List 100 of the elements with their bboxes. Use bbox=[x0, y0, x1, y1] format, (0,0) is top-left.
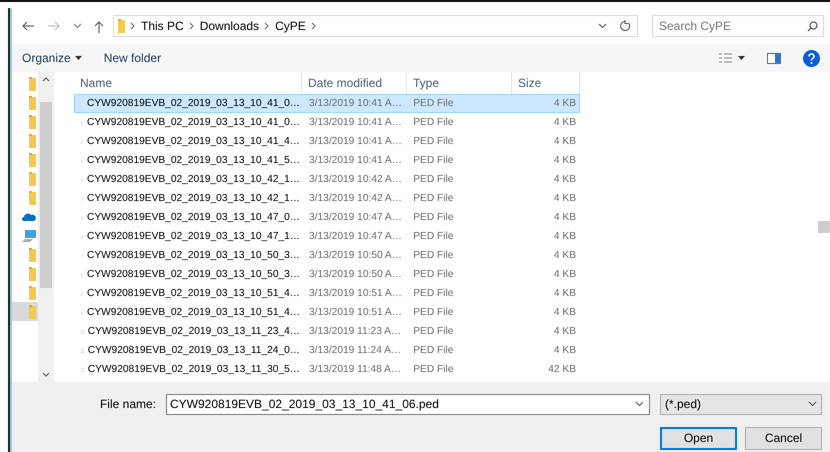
organize-menu[interactable]: Organize bbox=[22, 51, 82, 65]
file-size: 4 KB bbox=[554, 250, 576, 261]
address-bar[interactable]: This PC Downloads CyPE bbox=[113, 15, 638, 37]
date-modified: 3/13/2019 10:41 A… bbox=[309, 98, 402, 109]
chevron-right-icon bbox=[263, 22, 272, 30]
date-modified: 3/13/2019 10:51 A… bbox=[309, 307, 402, 318]
caret-icon bbox=[74, 56, 82, 60]
open-button[interactable]: Open bbox=[660, 426, 737, 450]
file-row[interactable]: CYW920819EVB_02_2019_03_13_10_41_0… 3/13/2019 10:41 A… PED File 4 KB bbox=[74, 94, 580, 113]
file-row[interactable]: CYW920819EVB_02_2019_03_13_10_50_3… 3/13/2019 10:50 A… PED File 4 KB bbox=[74, 246, 580, 265]
folder-icon bbox=[29, 248, 36, 262]
help-icon[interactable] bbox=[803, 50, 820, 66]
file-type-dropdown[interactable]: (*.ped) bbox=[660, 394, 822, 414]
file-name: CYW920819EVB_02_2019_03_13_10_50_3… bbox=[87, 269, 300, 280]
folder-icon bbox=[29, 304, 36, 318]
file-row[interactable]: CYW920819EVB_02_2019_03_13_10_51_4… 3/13/2019 10:51 A… PED File 4 KB bbox=[74, 284, 580, 303]
chevron-down-icon bbox=[73, 23, 82, 29]
file-size: 4 KB bbox=[554, 155, 576, 166]
file-type: PED File bbox=[413, 269, 454, 280]
date-modified: 3/13/2019 10:41 A… bbox=[309, 155, 402, 166]
file-row[interactable]: CYW920819EVB_02_2019_03_13_11_24_0… 3/13/2019 11:24 A… PED File 4 KB bbox=[74, 341, 580, 360]
up-arrow-icon bbox=[94, 20, 104, 32]
date-modified: 3/13/2019 10:42 A… bbox=[309, 193, 402, 204]
file-name: CYW920819EVB_02_2019_03_13_10_42_1… bbox=[87, 193, 300, 204]
file-type: PED File bbox=[413, 98, 454, 109]
breadcrumb[interactable]: This PC bbox=[141, 19, 184, 33]
file-row[interactable]: CYW920819EVB_02_2019_03_13_10_42_1… 3/13/2019 10:42 A… PED File 4 KB bbox=[74, 170, 580, 189]
search-field[interactable]: Search CyPE bbox=[652, 15, 824, 37]
file-size: 4 KB bbox=[554, 136, 576, 147]
file-type: PED File bbox=[413, 174, 454, 185]
date-modified: 3/13/2019 10:51 A… bbox=[309, 288, 402, 299]
date-modified: 3/13/2019 11:23 A… bbox=[309, 326, 402, 337]
file-row[interactable]: CYW920819EVB_02_2019_03_13_10_41_0… 3/13/2019 10:41 A… PED File 4 KB bbox=[74, 113, 580, 132]
folder-icon bbox=[29, 266, 36, 280]
file-type: PED File bbox=[413, 155, 454, 166]
date-modified: 3/13/2019 10:50 A… bbox=[309, 250, 402, 261]
file-name: CYW920819EVB_02_2019_03_13_10_41_0… bbox=[87, 117, 300, 128]
file-type: PED File bbox=[413, 288, 454, 299]
date-modified: 3/13/2019 10:47 A… bbox=[309, 212, 402, 223]
file-name: CYW920819EVB_02_2019_03_13_10_42_1… bbox=[87, 174, 300, 185]
date-modified: 3/13/2019 10:42 A… bbox=[309, 174, 402, 185]
file-size: 4 KB bbox=[554, 98, 576, 109]
date-modified: 3/13/2019 11:24 A… bbox=[309, 345, 402, 356]
chevron-right-icon bbox=[129, 22, 137, 30]
file-size: 42 KB bbox=[548, 364, 576, 375]
file-size: 4 KB bbox=[554, 307, 576, 318]
file-name-label: File name: bbox=[100, 397, 156, 411]
file-size: 4 KB bbox=[554, 174, 576, 185]
file-row[interactable]: CYW920819EVB_02_2019_03_13_11_23_4… 3/13/2019 11:23 A… PED File 4 KB bbox=[74, 322, 580, 341]
file-row[interactable]: CYW920819EVB_02_2019_03_13_10_47_0… 3/13/2019 10:47 A… PED File 4 KB bbox=[74, 208, 580, 227]
file-size: 4 KB bbox=[554, 212, 576, 223]
scrollbar[interactable] bbox=[38, 72, 54, 382]
file-name: CYW920819EVB_02_2019_03_13_10_50_3… bbox=[87, 250, 300, 261]
file-row[interactable]: CYW920819EVB_02_2019_03_13_10_50_3… 3/13/2019 10:50 A… PED File 4 KB bbox=[74, 265, 580, 284]
folder-icon bbox=[29, 172, 36, 186]
file-type: PED File bbox=[413, 136, 454, 147]
file-type: PED File bbox=[413, 231, 454, 242]
scroll-down-icon[interactable] bbox=[42, 372, 50, 378]
folder-icon bbox=[29, 152, 36, 166]
file-name: CYW920819EVB_02_2019_03_13_10_51_4… bbox=[87, 288, 300, 299]
new-folder-button[interactable]: New folder bbox=[104, 51, 162, 65]
chevron-right-icon bbox=[188, 22, 196, 30]
file-row[interactable]: CYW920819EVB_02_2019_03_13_10_41_4… 3/13/2019 10:41 A… PED File 4 KB bbox=[74, 132, 580, 151]
date-modified: 3/13/2019 10:47 A… bbox=[309, 231, 402, 242]
file-size: 4 KB bbox=[554, 269, 576, 280]
back-arrow-icon bbox=[21, 21, 35, 31]
forward-arrow-icon bbox=[47, 21, 61, 31]
refresh-icon[interactable] bbox=[619, 20, 631, 32]
breadcrumb[interactable]: Downloads bbox=[200, 19, 260, 33]
computer-icon bbox=[22, 230, 36, 242]
scroll-up-icon[interactable] bbox=[42, 76, 50, 82]
file-size: 4 KB bbox=[554, 345, 576, 356]
folder-icon bbox=[29, 190, 36, 204]
chevron-down-icon bbox=[598, 23, 607, 29]
file-row[interactable]: CYW920819EVB_02_2019_03_13_11_30_5… 3/13/2019 11:48 A… PED File 42 KB bbox=[74, 360, 580, 379]
file-type: PED File bbox=[413, 326, 454, 337]
file-type: PED File bbox=[413, 193, 454, 204]
file-type: PED File bbox=[413, 212, 454, 223]
file-name: CYW920819EVB_02_2019_03_13_10_47_1… bbox=[87, 231, 300, 242]
view-options-icon[interactable] bbox=[719, 53, 745, 63]
date-modified: 3/13/2019 10:41 A… bbox=[309, 136, 402, 147]
file-name-field[interactable]: CYW920819EVB_02_2019_03_13_10_41_06.ped bbox=[166, 394, 650, 414]
file-row[interactable]: CYW920819EVB_02_2019_03_13_10_42_1… 3/13/2019 10:42 A… PED File 4 KB bbox=[74, 189, 580, 208]
file-row[interactable]: CYW920819EVB_02_2019_03_13_10_41_5… 3/13/2019 10:41 A… PED File 4 KB bbox=[74, 151, 580, 170]
file-name: CYW920819EVB_02_2019_03_13_11_23_4… bbox=[88, 326, 300, 337]
file-name: CYW920819EVB_02_2019_03_13_10_47_0… bbox=[87, 212, 300, 223]
file-name: CYW920819EVB_02_2019_03_13_10_41_4… bbox=[87, 136, 300, 147]
folder-icon bbox=[29, 134, 36, 148]
folder-icon bbox=[118, 19, 125, 33]
file-size: 4 KB bbox=[554, 193, 576, 204]
folder-icon bbox=[29, 286, 36, 300]
breadcrumb[interactable]: CyPE bbox=[275, 19, 306, 33]
file-row[interactable]: CYW920819EVB_02_2019_03_13_10_47_1… 3/13/2019 10:47 A… PED File 4 KB bbox=[74, 227, 580, 246]
search-icon bbox=[807, 20, 818, 32]
file-row[interactable]: CYW920819EVB_02_2019_03_13_10_51_4… 3/13/2019 10:51 A… PED File 4 KB bbox=[74, 303, 580, 322]
date-modified: 3/13/2019 10:50 A… bbox=[309, 269, 402, 280]
cancel-button[interactable]: Cancel bbox=[745, 426, 822, 450]
file-type: PED File bbox=[413, 307, 454, 318]
preview-pane-icon[interactable] bbox=[767, 52, 781, 64]
file-type: PED File bbox=[413, 117, 454, 128]
